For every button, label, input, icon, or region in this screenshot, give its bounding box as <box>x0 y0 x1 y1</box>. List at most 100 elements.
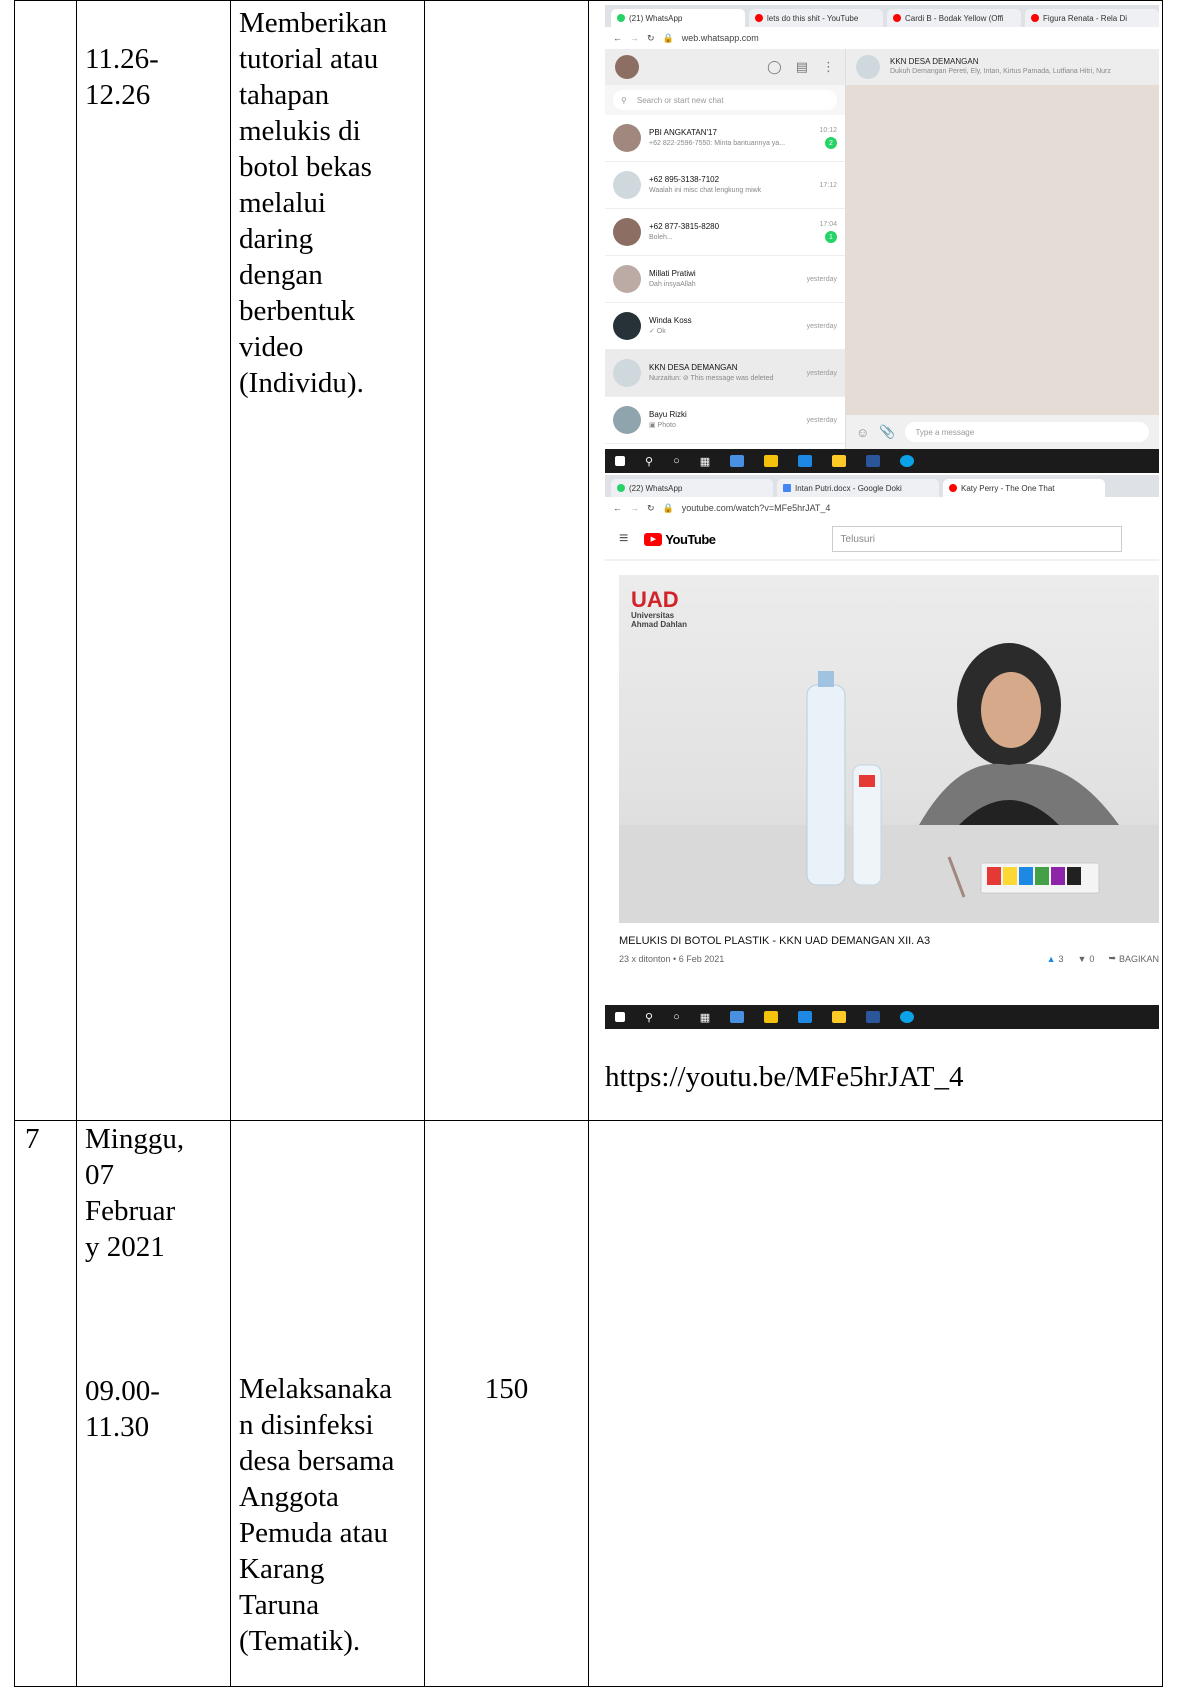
activity-line: tutorial atau <box>239 43 379 75</box>
word-icon[interactable] <box>866 1011 881 1023</box>
avatar <box>613 171 641 199</box>
large-bottle <box>806 684 846 886</box>
chat-time: 17:12 <box>819 181 837 189</box>
like-icon[interactable]: ▲ <box>1047 954 1056 964</box>
video-link[interactable]: https://youtu.be/MFe5hrJAT_4 <box>605 1059 1162 1095</box>
time-cell: 11.26- 12.26 <box>76 0 231 1121</box>
browser-tab[interactable]: Figura Renata - Rela Di <box>1025 9 1159 27</box>
chat-preview: +62 822-2596-7550: Minta bantuannya ya..… <box>649 140 786 147</box>
search-bar: ⚲ Search or start new chat <box>605 85 845 115</box>
forward-icon[interactable]: → <box>630 503 639 513</box>
chat-preview: ▣ Photo <box>649 422 676 429</box>
bottle-cap <box>818 671 834 687</box>
file-explorer-icon[interactable] <box>832 1011 847 1023</box>
browser-tab[interactable]: Cardi B - Bodak Yellow (Offi <box>887 9 1021 27</box>
table-row: 7 Minggu, 07 Februar y 2021 09.00- 11.30… <box>14 1120 1163 1687</box>
chat-list-item[interactable]: Millati Pratiwi Dah insyaAllah yesterday <box>605 256 845 303</box>
whatsapp-icon <box>617 14 625 22</box>
avatar[interactable] <box>615 55 639 79</box>
search-input[interactable]: Telusuri <box>831 526 1122 552</box>
browser-tab[interactable]: (21) WhatsApp <box>611 9 745 27</box>
chat-preview: Waalah ini misc chat lengkung miwk <box>649 187 762 194</box>
task-view-icon[interactable]: ▦ <box>700 455 710 468</box>
avatar <box>613 124 641 152</box>
tab-label: (21) WhatsApp <box>629 13 683 23</box>
edge-icon[interactable] <box>900 1011 915 1023</box>
unread-badge: 2 <box>825 137 837 149</box>
file-explorer-icon[interactable] <box>832 455 847 467</box>
chrome-icon[interactable] <box>730 1011 745 1023</box>
menu-icon[interactable]: ⋮ <box>822 59 835 75</box>
address-bar[interactable]: ← → ↻ 🔒 web.whatsapp.com <box>605 27 1159 49</box>
hamburger-menu-icon[interactable]: ≡ <box>619 530 628 548</box>
emoji-icon[interactable]: ☺ <box>856 425 869 440</box>
search-icon[interactable]: ⚲ <box>645 455 653 468</box>
date-line: Februar <box>85 1195 176 1227</box>
browser-tab[interactable]: Katy Perry - The One That <box>943 479 1105 497</box>
share-icon[interactable]: ➥ <box>1108 953 1116 964</box>
word-icon[interactable] <box>866 455 881 467</box>
chat-list-item[interactable]: +62 895-3138-7102 Waalah ini misc chat le… <box>605 162 845 209</box>
activity-line: desa bersama <box>239 1445 395 1477</box>
edge-icon[interactable] <box>900 455 915 467</box>
avatar <box>613 218 641 246</box>
back-icon[interactable]: ← <box>613 33 622 43</box>
group-name: KKN DESA DEMANGAN <box>890 57 979 66</box>
store-icon[interactable] <box>764 455 779 467</box>
reload-icon[interactable]: ↻ <box>647 503 655 514</box>
search-input[interactable]: ⚲ Search or start new chat <box>613 90 837 110</box>
cortana-icon[interactable]: ○ <box>673 455 680 467</box>
search-icon: ⚲ <box>621 95 627 105</box>
video-title: MELUKIS DI BOTOL PLASTIK - KKN UAD DEMAN… <box>619 935 931 947</box>
activity-cell: Memberikan tutorial atau tahapan melukis… <box>230 0 425 1121</box>
chat-sidebar: ◯ ▤ ⋮ ⚲ Search or start new chat PBI ANG… <box>605 49 846 449</box>
chat-list-item[interactable]: PBI ANGKATAN'17 +62 822-2596-7550: Minta … <box>605 115 845 162</box>
chat-preview: Boleh... <box>649 234 673 241</box>
store-icon[interactable] <box>764 1011 779 1023</box>
status-icon[interactable]: ◯ <box>767 59 782 75</box>
mail-icon[interactable] <box>798 455 813 467</box>
cortana-icon[interactable]: ○ <box>673 1011 680 1023</box>
date-line: 07 <box>85 1159 114 1191</box>
sidebar-header: ◯ ▤ ⋮ <box>605 49 845 85</box>
attach-icon[interactable]: 📎 <box>879 424 895 440</box>
reload-icon[interactable]: ↻ <box>647 33 655 44</box>
chat-time: yesterday <box>806 322 837 330</box>
docs-icon <box>783 484 791 492</box>
youtube-header: ≡ ▶ YouTube Telusuri <box>605 519 1159 559</box>
chat-header[interactable]: KKN DESA DEMANGAN Dukuh Demangan Pereti,… <box>846 49 1159 85</box>
share-label[interactable]: BAGIKAN <box>1119 954 1159 964</box>
chrome-icon[interactable] <box>730 455 745 467</box>
windows-start-icon[interactable] <box>615 456 625 466</box>
youtube-icon <box>893 14 901 22</box>
windows-start-icon[interactable] <box>615 1012 625 1022</box>
chat-list-item[interactable]: Bayu Rizki ▣ Photo yesterday <box>605 397 845 444</box>
date-line: y 2021 <box>85 1231 165 1263</box>
time-line: 12.26 <box>85 79 151 111</box>
task-view-icon[interactable]: ▦ <box>700 1011 710 1024</box>
paint-black <box>1067 867 1081 885</box>
chat-list-item[interactable]: KKN DESA DEMANGAN Nurzaitun: ⊘ This messa… <box>605 350 845 397</box>
chat-list-item[interactable]: Winda Koss ✓ Ok yesterday <box>605 303 845 350</box>
dislike-icon[interactable]: ▼ <box>1078 954 1087 964</box>
mail-icon[interactable] <box>798 1011 813 1023</box>
video-player[interactable]: UAD Universitas Ahmad Dahlan <box>619 575 1159 923</box>
browser-tab[interactable]: (22) WhatsApp <box>611 479 773 497</box>
whatsapp-icon <box>617 484 625 492</box>
forward-icon[interactable]: → <box>630 33 639 43</box>
search-icon[interactable]: ⚲ <box>645 1011 653 1024</box>
address-bar[interactable]: ← → ↻ 🔒 youtube.com/watch?v=MFe5hrJAT_4 <box>605 497 1159 519</box>
youtube-logo[interactable]: ▶ YouTube <box>644 532 716 547</box>
chat-list-item[interactable]: +62 877-3815-8280 Boleh... 17:04 1 <box>605 209 845 256</box>
paint-purple <box>1051 867 1065 885</box>
avatar <box>613 359 641 387</box>
table-row: 11.26- 12.26 Memberikan tutorial atau ta… <box>14 0 1163 1121</box>
message-input[interactable]: Type a message <box>905 422 1149 442</box>
activity-line: tahapan <box>239 79 330 111</box>
new-chat-icon[interactable]: ▤ <box>796 59 808 75</box>
search-placeholder: Search or start new chat <box>636 95 724 105</box>
browser-tab[interactable]: lets do this shit - YouTube <box>749 9 883 27</box>
back-icon[interactable]: ← <box>613 503 622 513</box>
chat-list: PBI ANGKATAN'17 +62 822-2596-7550: Minta … <box>605 115 845 444</box>
browser-tab[interactable]: Intan Putri.docx - Google Doki <box>777 479 939 497</box>
